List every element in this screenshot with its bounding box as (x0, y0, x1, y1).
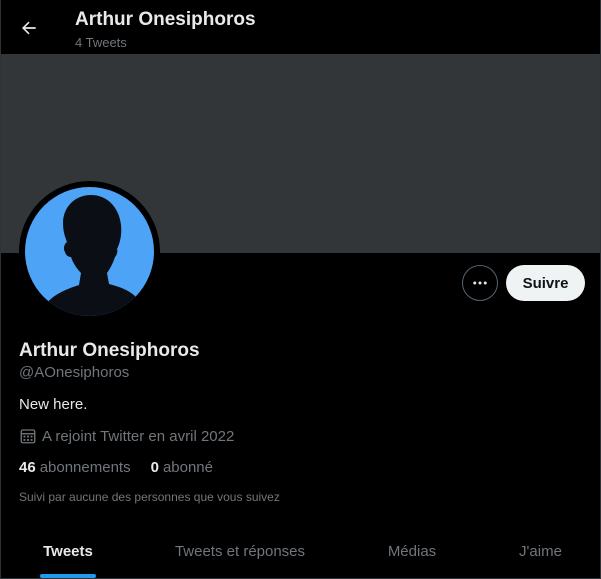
followed-by-text: Suivi par aucune des personnes que vous … (19, 490, 280, 504)
silhouette-icon (25, 187, 154, 316)
profile-handle: @AOnesiphoros (19, 364, 130, 381)
avatar-image (25, 187, 154, 316)
calendar-icon (20, 429, 36, 444)
followers-link[interactable]: 0 abonné (151, 459, 213, 476)
profile-name: Arthur Onesiphoros (19, 340, 200, 361)
profile-bio: New here. (19, 396, 88, 413)
header-tweet-count: 4 Tweets (75, 35, 127, 50)
profile-page: Arthur Onesiphoros 4 Tweets Suivre Arthu… (0, 0, 601, 579)
following-link[interactable]: 46 abonnements (19, 459, 131, 476)
joined-text: A rejoint Twitter en avril 2022 (42, 427, 235, 445)
following-label: abonnements (39, 459, 131, 476)
joined-date: A rejoint Twitter en avril 2022 (19, 427, 234, 445)
tab-likes[interactable]: J'aime (479, 524, 600, 578)
followers-count: 0 (150, 459, 159, 476)
follow-stats: 46 abonnements 0 abonné (19, 459, 213, 476)
following-count: 46 (19, 459, 36, 476)
header-title: Arthur Onesiphoros (75, 9, 256, 30)
active-tab-indicator (40, 574, 96, 578)
followers-label: abonné (162, 459, 213, 476)
tab-label: Tweets et réponses (174, 543, 306, 560)
top-bar: Arthur Onesiphoros 4 Tweets (1, 0, 600, 54)
tab-tweets-and-replies[interactable]: Tweets et réponses (135, 524, 345, 578)
profile-tabs: Tweets Tweets et réponses Médias J'aime (1, 524, 600, 578)
tab-label: J'aime (519, 543, 562, 560)
back-button[interactable] (13, 12, 45, 44)
tab-label: Médias (387, 543, 437, 560)
avatar[interactable] (19, 181, 160, 322)
tab-media[interactable]: Médias (345, 524, 479, 578)
tab-label: Tweets (43, 543, 93, 560)
tab-tweets[interactable]: Tweets (1, 524, 135, 578)
more-horizontal-icon (473, 281, 487, 285)
more-options-button[interactable] (462, 265, 498, 301)
arrow-left-icon (22, 21, 36, 35)
follow-button[interactable]: Suivre (506, 265, 585, 301)
